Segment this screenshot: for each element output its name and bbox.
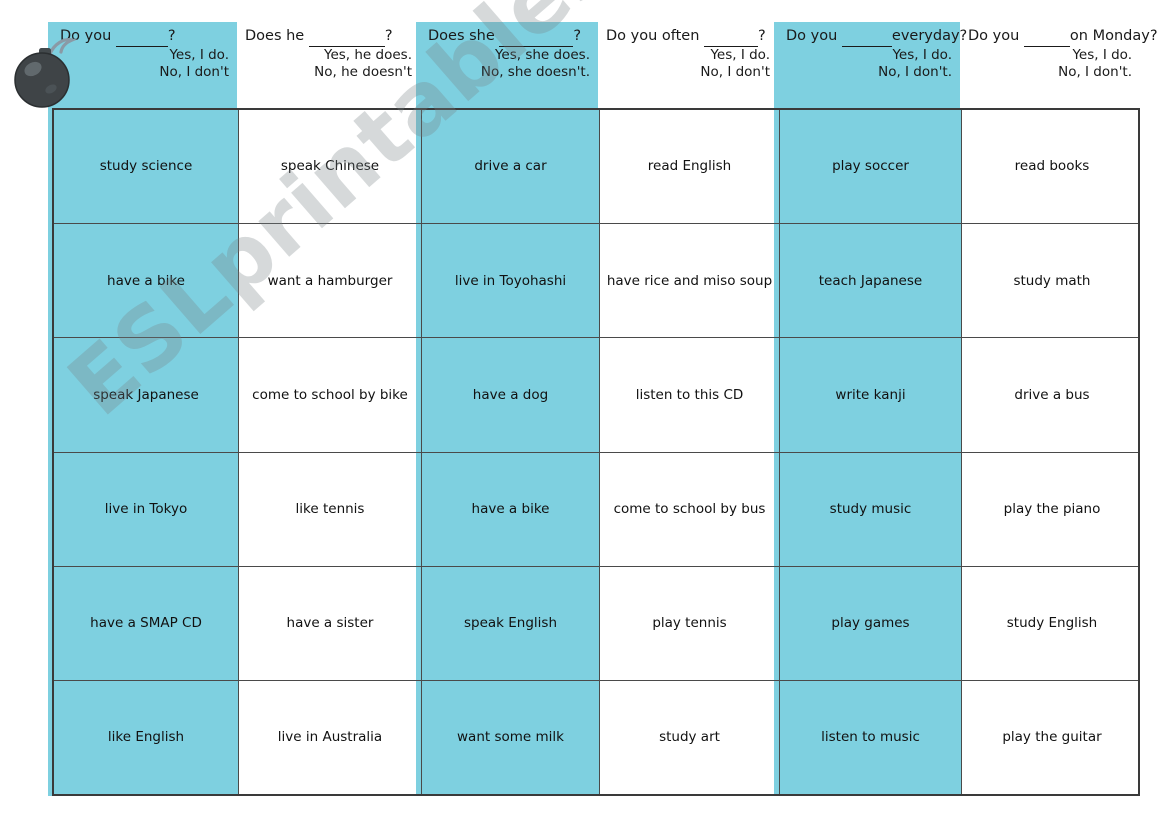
question-prompt: Do you often ?: [606, 28, 770, 47]
answer-blank[interactable]: [841, 28, 892, 47]
answer-blank[interactable]: [308, 28, 385, 47]
question-prompt: Do you everyday?: [786, 28, 967, 47]
grid-cell[interactable]: write kanji: [780, 338, 962, 452]
grid-cell[interactable]: come to school by bus: [600, 452, 780, 566]
question-prefix: Does he: [245, 28, 305, 44]
question-prompt: Does she ?: [428, 28, 590, 47]
grid-cell[interactable]: play tennis: [600, 566, 780, 680]
worksheet-page: Do you ? Yes, I do. No, I don't Does he ? Ye…: [0, 0, 1169, 821]
grid-cell[interactable]: play soccer: [780, 110, 962, 224]
grid-cell[interactable]: listen to music: [780, 680, 962, 795]
grid-cell[interactable]: live in Tokyo: [54, 452, 239, 566]
grid-cell[interactable]: teach Japanese: [780, 224, 962, 338]
grid-cell[interactable]: play games: [780, 566, 962, 680]
grid-cell[interactable]: listen to this CD: [600, 338, 780, 452]
question-prompt: Do you on Monday?: [968, 28, 1158, 47]
grid-cell[interactable]: study art: [600, 680, 780, 795]
answer-negative: No, I don't.: [878, 63, 952, 80]
grid-row: have a SMAP CD have a sister speak English…: [54, 566, 1138, 681]
grid-cell[interactable]: come to school by bike: [239, 338, 422, 452]
grid-cell[interactable]: drive a bus: [962, 338, 1142, 451]
grid-cell[interactable]: have a SMAP CD: [54, 566, 239, 680]
grid-cell[interactable]: have a sister: [239, 566, 422, 680]
grid-cell[interactable]: speak Chinese: [239, 110, 422, 224]
grid-cell[interactable]: have rice and miso soup: [600, 224, 780, 338]
answer-negative: No, I don't: [159, 63, 229, 80]
grid-cell[interactable]: like tennis: [239, 452, 422, 566]
question-prefix: Do you: [968, 28, 1020, 44]
grid-cell[interactable]: study science: [54, 110, 239, 224]
grid-cell[interactable]: speak English: [422, 566, 600, 680]
question-header-cell-1: Does he ? Yes, he does. No, he doesn't: [237, 22, 420, 104]
question-suffix: ?: [758, 28, 766, 44]
answer-negative: No, I don't: [700, 63, 770, 80]
grid-cell[interactable]: live in Australia: [239, 680, 422, 795]
answer-negative: No, I don't.: [1058, 63, 1132, 80]
question-header-cell-3: Do you often ? Yes, I do. No, I don't: [598, 22, 778, 104]
question-header-row: Do you ? Yes, I do. No, I don't Does he ? Ye…: [52, 22, 1158, 104]
answer-blank[interactable]: [704, 28, 759, 47]
grid-cell[interactable]: study English: [962, 567, 1142, 680]
answer-blank[interactable]: [1023, 28, 1070, 47]
question-suffix: ?: [384, 28, 393, 44]
activity-grid: study science speak Chinese drive a car rea…: [52, 108, 1140, 796]
grid-cell[interactable]: speak Japanese: [54, 338, 239, 452]
question-suffix: ?: [573, 28, 582, 44]
grid-row: like English live in Australia want some m…: [54, 680, 1138, 795]
question-header-cell-5: Do you on Monday? Yes, I do. No, I don't.: [960, 22, 1158, 104]
answer-blank[interactable]: [499, 28, 574, 47]
grid-row: live in Tokyo like tennis have a bike come …: [54, 452, 1138, 567]
grid-cell[interactable]: play the piano: [962, 453, 1142, 566]
grid-cell[interactable]: drive a car: [422, 110, 600, 224]
question-header-cell-4: Do you everyday? Yes, I do. No, I don't.: [778, 22, 967, 104]
grid-cell[interactable]: read books: [962, 110, 1142, 223]
grid-row: speak Japanese come to school by bike have…: [54, 338, 1138, 453]
grid-row: have a bike want a hamburger live in Toyoh…: [54, 224, 1138, 339]
grid-cell[interactable]: play the guitar: [962, 681, 1142, 794]
question-prefix: Does she: [428, 28, 495, 44]
question-prompt: Does he ?: [245, 28, 412, 47]
grid-cell[interactable]: study math: [962, 224, 1142, 337]
grid-cell[interactable]: read English: [600, 110, 780, 224]
answer-affirmative: Yes, he does.: [324, 46, 412, 63]
grid-cell[interactable]: have a dog: [422, 338, 600, 452]
grid-cell[interactable]: want a hamburger: [239, 224, 422, 338]
question-prefix: Do you: [786, 28, 838, 44]
answer-negative: No, he doesn't: [314, 63, 412, 80]
question-prompt: Do you ?: [60, 28, 229, 47]
grid-cell[interactable]: want some milk: [422, 680, 600, 795]
answer-affirmative: Yes, I do.: [710, 46, 770, 63]
grid-cell[interactable]: study music: [780, 452, 962, 566]
question-suffix: ?: [167, 28, 176, 44]
question-prefix: Do you often: [606, 28, 700, 44]
bomb-icon: [14, 38, 78, 108]
grid-cell[interactable]: like English: [54, 680, 239, 795]
question-suffix: on Monday?: [1069, 28, 1158, 44]
grid-cell[interactable]: have a bike: [54, 224, 239, 338]
answer-blank[interactable]: [115, 28, 168, 47]
question-suffix: everyday?: [891, 28, 968, 44]
answer-affirmative: Yes, I do.: [169, 46, 229, 63]
grid-row: study science speak Chinese drive a car rea…: [54, 110, 1138, 225]
grid-cell[interactable]: have a bike: [422, 452, 600, 566]
answer-affirmative: Yes, I do.: [1072, 46, 1132, 63]
grid-cell[interactable]: live in Toyohashi: [422, 224, 600, 338]
answer-affirmative: Yes, I do.: [892, 46, 952, 63]
question-header-cell-2: Does she ? Yes, she does. No, she doesn't.: [420, 22, 598, 104]
answer-affirmative: Yes, she does.: [494, 46, 590, 63]
answer-negative: No, she doesn't.: [480, 63, 590, 80]
